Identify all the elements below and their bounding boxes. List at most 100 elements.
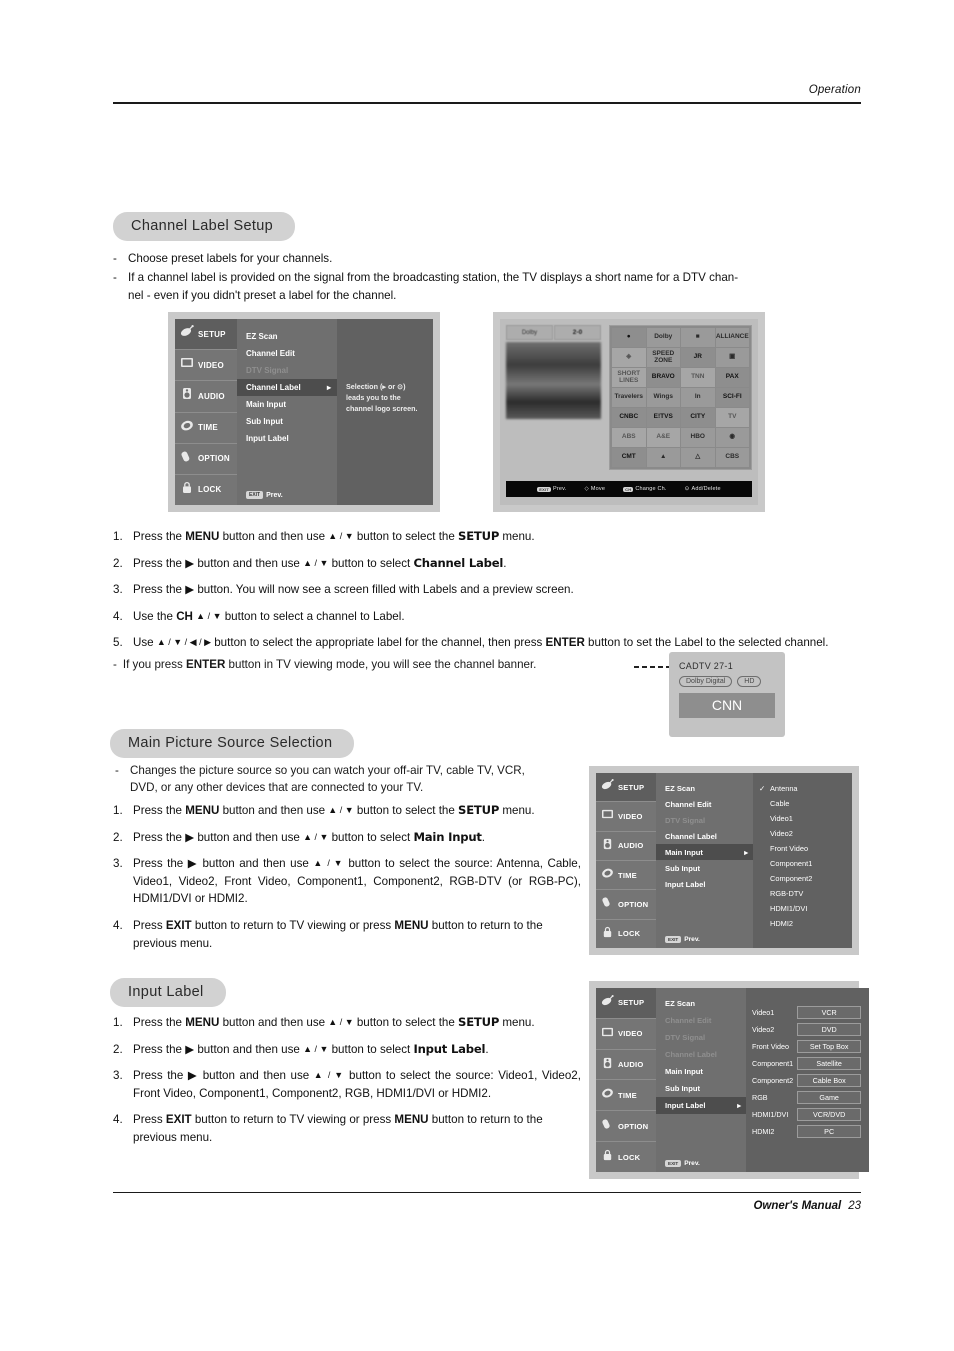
logo-cell[interactable]: TNN bbox=[681, 368, 715, 387]
rail-item-time[interactable]: TIME bbox=[596, 861, 656, 891]
menu-item-ez-scan[interactable]: EZ Scan bbox=[656, 995, 746, 1012]
logo-cell[interactable]: In bbox=[681, 388, 715, 407]
osd-category-rail[interactable]: SETUP VIDEO AUDIO TIME OPTION LOCK bbox=[596, 773, 656, 948]
source-item-hdmi2[interactable]: HDMI2 bbox=[759, 916, 852, 931]
rail-item-lock[interactable]: LOCK bbox=[596, 1142, 656, 1172]
rail-item-audio[interactable]: AUDIO bbox=[596, 1050, 656, 1081]
source-item-hdmi1-dvi[interactable]: HDMI1/DVI bbox=[759, 901, 852, 916]
source-item-component2[interactable]: Component2 bbox=[759, 871, 852, 886]
step-item: 3. Press the ▶ button. You will now see … bbox=[113, 581, 861, 599]
input-label-value[interactable]: Set Top Box bbox=[797, 1040, 862, 1053]
source-item-video2[interactable]: Video2 bbox=[759, 826, 852, 841]
channel-logo-grid[interactable]: ● Dolby ■ ALLIANCE ◈ SPEED ZONE JR ▣ SHO… bbox=[609, 325, 752, 470]
osd-input-label-table[interactable]: Video1 VCR Video2 DVD Front Video Set To… bbox=[746, 988, 870, 1172]
logo-cell[interactable]: E!TVS bbox=[646, 408, 680, 427]
menu-item-channel-edit[interactable]: Channel Edit bbox=[656, 796, 753, 812]
logo-cell[interactable]: Wings bbox=[646, 388, 680, 407]
rail-item-option[interactable]: OPTION bbox=[596, 1111, 656, 1143]
input-label-value[interactable]: Game bbox=[797, 1091, 862, 1104]
logo-cell[interactable]: SHORT LINES bbox=[612, 368, 646, 387]
source-item-video1[interactable]: Video1 bbox=[759, 811, 852, 826]
osd-category-rail[interactable]: SETUP VIDEO AUDIO TIME OPTION LOCK bbox=[596, 988, 656, 1172]
logo-cell[interactable]: JR bbox=[681, 348, 715, 367]
rail-item-option[interactable]: OPTION bbox=[596, 890, 656, 920]
logo-cell[interactable]: ◉ bbox=[715, 428, 749, 447]
logo-cell[interactable]: ABS bbox=[612, 428, 646, 447]
logo-cell[interactable]: ■ bbox=[681, 328, 715, 347]
input-label-value[interactable]: DVD bbox=[797, 1023, 862, 1036]
source-item-component1[interactable]: Component1 bbox=[759, 856, 852, 871]
logo-cell[interactable]: SCI-FI bbox=[715, 388, 749, 407]
logo-cell[interactable]: CBS bbox=[715, 448, 749, 467]
menu-item-sub-input[interactable]: Sub Input bbox=[656, 860, 753, 876]
menu-item-sub-input[interactable]: Sub Input bbox=[237, 413, 337, 430]
menu-item-sub-input[interactable]: Sub Input bbox=[656, 1080, 746, 1097]
step-part: button to select a channel to Label. bbox=[221, 609, 405, 623]
rail-item-option[interactable]: OPTION bbox=[175, 444, 237, 475]
input-label-value[interactable]: Cable Box bbox=[797, 1074, 862, 1087]
logo-cell[interactable]: △ bbox=[681, 448, 715, 467]
rail-item-audio[interactable]: AUDIO bbox=[175, 381, 237, 413]
menu-item-input-label[interactable]: Input Label ▸ bbox=[656, 1097, 746, 1114]
menu-item-channel-edit[interactable]: Channel Edit bbox=[237, 345, 337, 362]
rail-item-setup[interactable]: SETUP bbox=[596, 773, 656, 803]
logo-cell[interactable]: HBO bbox=[681, 428, 715, 447]
input-label-value[interactable]: VCR/DVD bbox=[797, 1108, 862, 1121]
logo-cell[interactable]: SPEED ZONE bbox=[646, 348, 680, 367]
logo-cell[interactable]: BRAVO bbox=[646, 368, 680, 387]
input-label-row[interactable]: HDMI1/DVI VCR/DVD bbox=[752, 1106, 862, 1123]
logo-cell[interactable]: ALLIANCE bbox=[715, 328, 749, 347]
source-item-front-video[interactable]: Front Video bbox=[759, 841, 852, 856]
menu-item-channel-label[interactable]: Channel Label ▸ bbox=[237, 379, 337, 396]
logo-cell[interactable]: A&E bbox=[646, 428, 680, 447]
input-label-row[interactable]: HDMI2 PC bbox=[752, 1123, 862, 1140]
logo-cell[interactable]: ◈ bbox=[612, 348, 646, 367]
logo-cell[interactable]: ● bbox=[612, 328, 646, 347]
rail-item-lock[interactable]: LOCK bbox=[596, 920, 656, 948]
input-label-row[interactable]: Video2 DVD bbox=[752, 1021, 862, 1038]
menu-item-input-label[interactable]: Input Label bbox=[656, 876, 753, 892]
rail-item-lock[interactable]: LOCK bbox=[175, 475, 237, 505]
menu-item-ez-scan[interactable]: EZ Scan bbox=[237, 328, 337, 345]
menu-item-main-input[interactable]: Main Input bbox=[237, 396, 337, 413]
input-label-row[interactable]: Video1 VCR bbox=[752, 1004, 862, 1021]
logo-cell[interactable]: CITY bbox=[681, 408, 715, 427]
logo-cell[interactable]: PAX bbox=[715, 368, 749, 387]
osd-setup-menu-list[interactable]: EZ Scan Channel Edit DTV Signal Channel … bbox=[656, 988, 746, 1172]
rail-item-audio[interactable]: AUDIO bbox=[596, 832, 656, 861]
rail-item-setup[interactable]: SETUP bbox=[175, 319, 237, 351]
osd-setup-menu-list[interactable]: EZ Scan Channel Edit DTV Signal Channel … bbox=[237, 319, 337, 505]
osd-source-list[interactable]: ✓ Antenna Cable Video1 Video2 Front Vide… bbox=[753, 773, 852, 948]
input-label-value[interactable]: Satellite bbox=[797, 1057, 862, 1070]
logo-cell[interactable]: Travelers bbox=[612, 388, 646, 407]
rail-item-video[interactable]: VIDEO bbox=[596, 802, 656, 832]
logo-cell[interactable]: TV bbox=[715, 408, 749, 427]
input-label-row[interactable]: Component1 Satellite bbox=[752, 1055, 862, 1072]
rail-item-setup[interactable]: SETUP bbox=[596, 988, 656, 1019]
logo-cell[interactable]: ▣ bbox=[715, 348, 749, 367]
source-item-rgb-dtv[interactable]: RGB-DTV bbox=[759, 886, 852, 901]
logo-cell[interactable]: CNBC bbox=[612, 408, 646, 427]
menu-item-channel-label[interactable]: Channel Label bbox=[656, 828, 753, 844]
menu-item-ez-scan[interactable]: EZ Scan bbox=[656, 780, 753, 796]
input-label-row[interactable]: Front Video Set Top Box bbox=[752, 1038, 862, 1055]
osd-category-rail[interactable]: SETUP VIDEO AUDIO TIME OPTION LOCK bbox=[175, 319, 237, 505]
input-label-value[interactable]: PC bbox=[797, 1125, 862, 1138]
input-label-row[interactable]: RGB Game bbox=[752, 1089, 862, 1106]
input-label-row[interactable]: Component2 Cable Box bbox=[752, 1072, 862, 1089]
input-label-value[interactable]: VCR bbox=[797, 1006, 862, 1019]
rail-item-time[interactable]: TIME bbox=[175, 413, 237, 444]
rail-item-video[interactable]: VIDEO bbox=[175, 350, 237, 382]
menu-item-main-input[interactable]: Main Input ▸ bbox=[656, 844, 753, 860]
source-item-antenna[interactable]: ✓ Antenna bbox=[759, 781, 852, 796]
rail-item-video[interactable]: VIDEO bbox=[596, 1019, 656, 1050]
osd-help-text: Selection (▸ or ⊙) leads you to the chan… bbox=[346, 381, 418, 414]
source-item-cable[interactable]: Cable bbox=[759, 796, 852, 811]
menu-item-main-input[interactable]: Main Input bbox=[656, 1063, 746, 1080]
logo-cell[interactable]: Dolby bbox=[646, 328, 680, 347]
menu-item-input-label[interactable]: Input Label bbox=[237, 430, 337, 447]
logo-cell[interactable]: ▲ bbox=[646, 448, 680, 467]
rail-item-time[interactable]: TIME bbox=[596, 1080, 656, 1112]
osd-setup-menu-list[interactable]: EZ Scan Channel Edit DTV Signal Channel … bbox=[656, 773, 753, 948]
logo-cell[interactable]: CMT bbox=[612, 448, 646, 467]
